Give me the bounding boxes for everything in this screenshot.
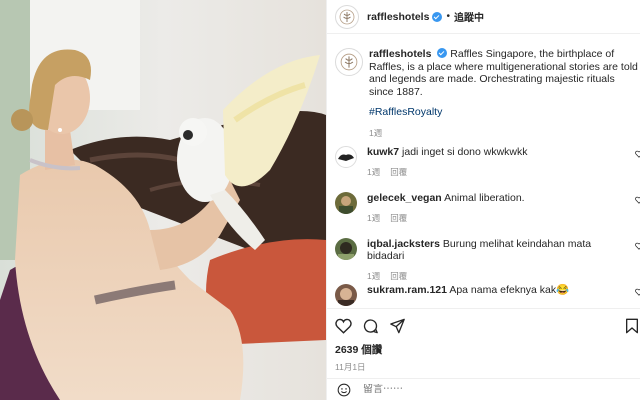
raffles-logo-icon (339, 9, 355, 24)
avatar-logo-icon (338, 154, 354, 161)
avatar-photo-icon (338, 288, 354, 306)
reply-button[interactable]: 回覆 (390, 167, 407, 177)
add-comment-input[interactable] (363, 384, 603, 395)
comment-text: jadi inget si dono wkwkwkk (402, 146, 528, 158)
account-avatar[interactable] (335, 4, 359, 29)
verified-icon (437, 48, 448, 58)
comment-item: gelecek_vegan Animal liberation. 1週 回覆 (335, 192, 640, 224)
avatar-photo-icon (339, 196, 353, 214)
comment-username[interactable]: iqbal.jacksters (367, 238, 440, 250)
add-comment-bar (327, 378, 640, 400)
comment-time: 1週 (367, 213, 381, 223)
emoji-icon[interactable] (337, 383, 351, 397)
comment-text: Animal liberation. (444, 192, 525, 204)
comment-time: 1週 (367, 167, 381, 177)
header-username[interactable]: raffleshotels (367, 11, 429, 23)
commenter-avatar[interactable] (335, 238, 357, 260)
commenter-avatar[interactable] (335, 146, 357, 168)
comment-like-icon[interactable] (635, 242, 640, 250)
post-detail-panel: raffleshotels • 追蹤中 raffleshotels Raffle… (326, 0, 640, 400)
commenter-avatar[interactable] (335, 192, 357, 214)
raffles-logo-icon (340, 53, 358, 71)
reply-button[interactable]: 回覆 (390, 213, 407, 223)
comment-like-icon[interactable] (635, 150, 640, 158)
comment-username[interactable]: kuwk7 (367, 146, 399, 158)
likes-count[interactable]: 2639 個讚 (335, 342, 633, 357)
comment-item: sukram.ram.121 Apa nama efeknya kak😂 (335, 284, 640, 306)
save-bookmark-icon[interactable] (625, 318, 639, 334)
like-heart-icon[interactable] (335, 318, 352, 334)
comment-item: kuwk7 jadi inget si dono wkwkwkk 1週 回覆 (335, 146, 640, 178)
separator-dot: • (446, 11, 450, 22)
post-photo[interactable] (0, 0, 326, 400)
post-caption: raffleshotels Raffles Singapore, the bir… (335, 48, 639, 139)
photo-illustration (0, 0, 326, 400)
action-bar: 2639 個讚 11月1日 (327, 308, 640, 373)
verified-icon (432, 11, 443, 22)
comment-item: iqbal.jacksters Burung melihat keindahan… (335, 238, 640, 282)
post-date: 11月1日 (335, 362, 366, 372)
comment-username[interactable]: sukram.ram.121 (367, 284, 447, 296)
comment-like-icon[interactable] (635, 288, 640, 296)
commenter-avatar[interactable] (335, 284, 357, 306)
comment-like-icon[interactable] (635, 196, 640, 204)
share-send-icon[interactable] (389, 318, 406, 334)
avatar-photo-icon (338, 242, 354, 260)
caption-username[interactable]: raffleshotels (369, 48, 431, 60)
hashtag-link[interactable]: #RafflesRoyalty (369, 106, 639, 119)
follow-button[interactable]: 追蹤中 (454, 9, 484, 24)
comment-text: Apa nama efeknya kak😂 (449, 284, 570, 296)
comment-username[interactable]: gelecek_vegan (367, 192, 442, 204)
comment-time: 1週 (367, 271, 381, 281)
post-header: raffleshotels • 追蹤中 (327, 0, 640, 34)
comment-bubble-icon[interactable] (362, 318, 379, 334)
reply-button[interactable]: 回覆 (390, 271, 407, 281)
caption-time: 1週 (369, 127, 383, 138)
caption-avatar[interactable] (335, 48, 363, 76)
